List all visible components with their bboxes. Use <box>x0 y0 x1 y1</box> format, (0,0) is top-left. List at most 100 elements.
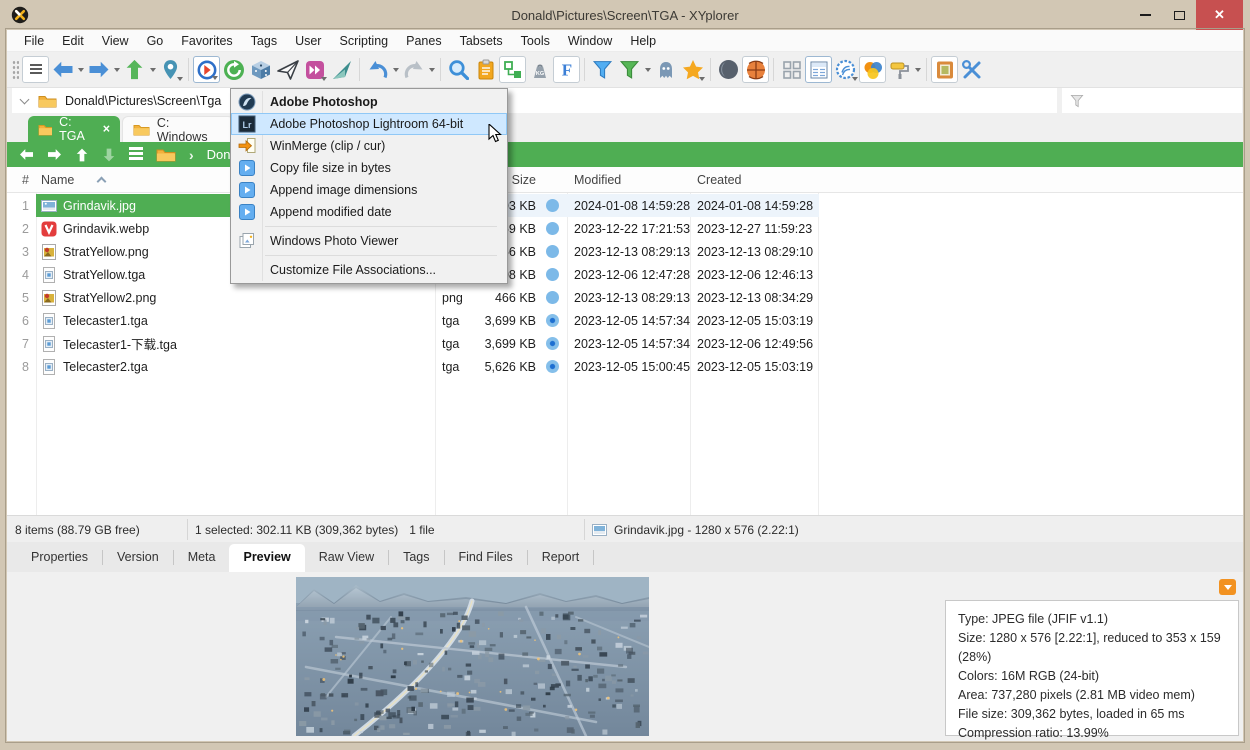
menu-favorites[interactable]: Favorites <box>172 34 241 48</box>
panel-tab-find-files[interactable]: Find Files <box>445 544 527 572</box>
tab-c-windows[interactable]: C: Windows <box>122 116 234 142</box>
dice-button[interactable] <box>247 56 274 83</box>
fast-forward-button[interactable] <box>301 56 328 83</box>
menu-tabsets[interactable]: Tabsets <box>451 34 512 48</box>
panel-tab-tags[interactable]: Tags <box>389 544 443 572</box>
menu-item-append-modified-date[interactable]: Append modified date <box>231 201 507 223</box>
crumb-menu-icon[interactable] <box>129 152 143 154</box>
panel-tab-meta[interactable]: Meta <box>174 544 230 572</box>
compass-button[interactable] <box>328 56 355 83</box>
refresh-button[interactable] <box>220 56 247 83</box>
up-dropdown[interactable] <box>148 56 157 83</box>
redo-dropdown[interactable] <box>427 56 436 83</box>
preview-info-collapse-button[interactable] <box>1219 579 1236 595</box>
file-row-stratyellow-png[interactable]: 3 StratYellow.png png 456 KB 2023-12-13 … <box>7 240 1243 263</box>
panel-tab-properties[interactable]: Properties <box>17 544 102 572</box>
filter-green-button[interactable] <box>616 56 643 83</box>
search-button[interactable] <box>445 56 472 83</box>
menu-help[interactable]: Help <box>621 34 665 48</box>
close-button[interactable]: ✕ <box>1196 0 1243 30</box>
toolbar-grip[interactable] <box>12 60 19 80</box>
location-pin-button[interactable] <box>157 56 184 83</box>
filter-green-dropdown[interactable] <box>643 56 652 83</box>
tab-close-icon[interactable]: × <box>103 122 110 136</box>
menu-tags[interactable]: Tags <box>242 34 286 48</box>
grid-view-button[interactable] <box>778 56 805 83</box>
panel-tab-report[interactable]: Report <box>528 544 594 572</box>
location-pin-icon <box>163 59 178 80</box>
menu-item-adobe-lightroom[interactable]: Lr Adobe Photoshop Lightroom 64-bit <box>231 113 507 135</box>
status-file-count: 1 file <box>409 523 434 537</box>
basketball-button[interactable] <box>742 56 769 83</box>
paint-roller-dropdown[interactable] <box>913 56 922 83</box>
back-button[interactable] <box>49 56 76 83</box>
crumb-back-icon[interactable] <box>19 148 34 161</box>
panel-tab-version[interactable]: Version <box>103 544 173 572</box>
panel-tab-raw-view[interactable]: Raw View <box>305 544 388 572</box>
menu-file[interactable]: File <box>15 34 53 48</box>
details-view-button[interactable] <box>805 56 832 83</box>
weight-kg-button[interactable]: KG <box>526 56 553 83</box>
menu-scripting[interactable]: Scripting <box>330 34 397 48</box>
column-header-num[interactable]: # <box>7 173 36 187</box>
star-button[interactable] <box>679 56 706 83</box>
menu-edit[interactable]: Edit <box>53 34 93 48</box>
menu-item-adobe-photoshop[interactable]: Adobe Photoshop <box>231 91 507 113</box>
script-arrow-icon <box>239 182 255 198</box>
file-row-stratyellow2-png[interactable]: 5 StratYellow2.png png 466 KB 2023-12-13… <box>7 286 1243 309</box>
menu-user[interactable]: User <box>286 34 330 48</box>
minimize-button[interactable] <box>1128 0 1162 30</box>
undo-button[interactable] <box>364 56 391 83</box>
forward-dropdown[interactable] <box>112 56 121 83</box>
font-f-button[interactable]: F <box>553 56 580 83</box>
back-dropdown[interactable] <box>76 56 85 83</box>
file-row-grindavik-webp[interactable]: 2 Grindavik.webp webp 159 KB 2023-12-22 … <box>7 217 1243 240</box>
menu-tools[interactable]: Tools <box>512 34 559 48</box>
menu-view[interactable]: View <box>93 34 138 48</box>
menu-item-append-image-dimensions[interactable]: Append image dimensions <box>231 179 507 201</box>
crumb-down-icon[interactable] <box>102 148 116 162</box>
column-header-created[interactable]: Created <box>691 173 819 187</box>
ghost-button[interactable] <box>652 56 679 83</box>
badge-button[interactable] <box>832 56 859 83</box>
menu-item-windows-photo-viewer[interactable]: Windows Photo Viewer <box>231 230 507 252</box>
file-row-telecaster1-xiazai-tga[interactable]: 7 Telecaster1-下载.tga tga 3,699 KB 2023-1… <box>7 332 1243 355</box>
open-with-button[interactable] <box>193 56 220 83</box>
color-circles-button[interactable] <box>859 56 886 83</box>
menu-go[interactable]: Go <box>138 34 173 48</box>
image-frame-button[interactable] <box>931 56 958 83</box>
crumb-forward-icon[interactable] <box>47 148 62 161</box>
menu-item-copy-file-size[interactable]: Copy file size in bytes <box>231 157 507 179</box>
menu-item-customize-file-associations[interactable]: Customize File Associations... <box>231 259 507 281</box>
menu-item-winmerge[interactable]: WinMerge (clip / cur) <box>231 135 507 157</box>
file-row-stratyellow-tga[interactable]: 4 StratYellow.tga tga 1,398 KB 2023-12-0… <box>7 263 1243 286</box>
chevron-down-icon[interactable] <box>20 94 30 104</box>
column-header-modified[interactable]: Modified <box>568 173 691 187</box>
crumb-up-icon[interactable] <box>75 148 89 162</box>
file-row-telecaster1-tga[interactable]: 6 Telecaster1.tga tga 3,699 KB 2023-12-0… <box>7 309 1243 332</box>
forward-button[interactable] <box>85 56 112 83</box>
file-row-telecaster2-tga[interactable]: 8 Telecaster2.tga tga 5,626 KB 2023-12-0… <box>7 355 1243 378</box>
filter-box[interactable] <box>1062 88 1242 113</box>
clipboard-button[interactable] <box>472 56 499 83</box>
panel-tab-preview[interactable]: Preview <box>229 544 304 572</box>
menu-window[interactable]: Window <box>559 34 621 48</box>
undo-icon <box>367 60 389 80</box>
tools-wrench-button[interactable] <box>958 56 985 83</box>
redo-button[interactable] <box>400 56 427 83</box>
address-bar[interactable]: Donald\Pictures\Screen\Tga <box>12 88 1057 113</box>
filter-blue-button[interactable] <box>589 56 616 83</box>
up-button[interactable] <box>121 56 148 83</box>
main-menu-button[interactable] <box>22 56 49 83</box>
paper-plane-button[interactable] <box>274 56 301 83</box>
moon-button[interactable] <box>715 56 742 83</box>
folder-icon[interactable] <box>156 147 176 162</box>
maximize-button[interactable] <box>1162 0 1196 30</box>
paint-roller-button[interactable] <box>886 56 913 83</box>
tab-c-tga[interactable]: C: TGA × <box>28 116 120 142</box>
menu-panes[interactable]: Panes <box>397 34 450 48</box>
undo-dropdown[interactable] <box>391 56 400 83</box>
folder-icon <box>38 93 57 108</box>
folder-tree-button[interactable] <box>499 56 526 83</box>
file-row-grindavik-jpg[interactable]: 1 Grindavik.jpg jpg 303 KB 2024-01-08 14… <box>7 194 1243 217</box>
